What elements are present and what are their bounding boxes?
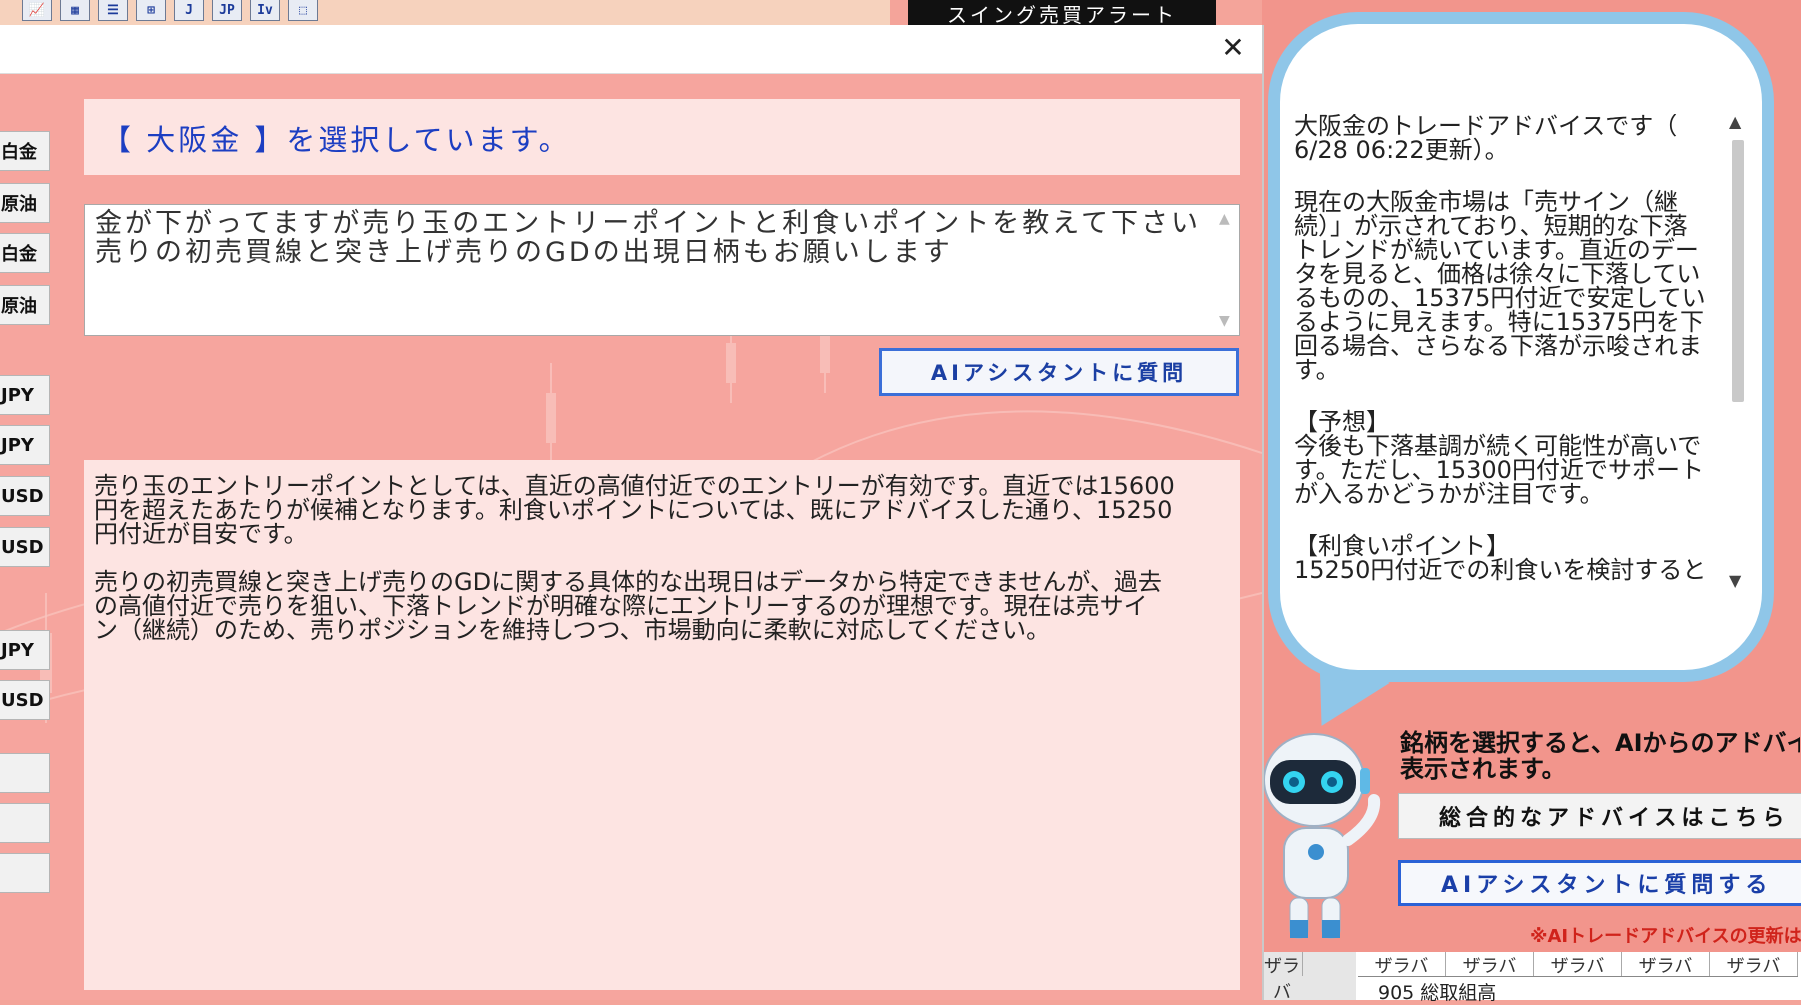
instrument-button[interactable]: 白金 xyxy=(0,131,50,171)
instrument-button[interactable]: 原油 xyxy=(0,183,50,223)
iv-icon[interactable]: Iv xyxy=(250,0,280,21)
grid-header-cell: ザラバ xyxy=(1622,952,1710,977)
grid-headers: ザラバ ザラバ ザラバ ザラバ ザラバ xyxy=(1358,952,1798,977)
answer-box: 売り玉のエントリーポイントとしては、直近の高値付近でのエントリーが有効です。直近… xyxy=(84,460,1240,990)
robot-caption-line: 表示されます。 xyxy=(1400,755,1566,782)
list-icon[interactable]: ☰ xyxy=(98,0,128,21)
robot-caption-line: 銘柄を選択すると、AIからのアドバイスが xyxy=(1400,730,1800,757)
answer-text: 売り玉のエントリーポイントとしては、直近の高値付近でのエントリーが有効です。直近… xyxy=(94,474,1224,666)
update-note: ※AIトレードアドバイスの更新は、毎 xyxy=(1530,926,1801,947)
question-text[interactable]: 金が下がってますが売り玉のエントリーポイントと利食いポイントを教えて下さい 売り… xyxy=(95,209,1205,267)
scroll-up-icon[interactable]: ▲ xyxy=(1729,112,1741,131)
grid-header-cell: ザラバ xyxy=(1534,952,1622,977)
instrument-button-column: 白金 原油 白金 原油 JPY JPY USD USD JPY USD xyxy=(0,73,62,1000)
selected-instrument-text: 【 大阪金 】を選択しています。 xyxy=(102,123,571,157)
instrument-button[interactable]: USD xyxy=(0,527,50,567)
table-icon[interactable]: ▦ xyxy=(60,0,90,21)
chart-icon[interactable]: 📈 xyxy=(22,0,52,21)
scroll-down-icon[interactable]: ▼ xyxy=(1729,571,1741,590)
answer-paragraph: 売り玉のエントリーポイントとしては、直近の高値付近でのエントリーが有効です。直近… xyxy=(94,472,1175,548)
advice-paragraph: 【予想】 今後も下落基調が続く可能性が高いで す。ただし、15300円付近でサポ… xyxy=(1294,408,1704,508)
grid-header-cell: ザラバ xyxy=(1358,952,1446,977)
question-input[interactable]: 金が下がってますが売り玉のエントリーポイントと利食いポイントを教えて下さい 売り… xyxy=(84,204,1240,336)
advice-paragraph: 現在の大阪金市場は「売サイン（継 続）」が示されており、短期的な下落 トレンドが… xyxy=(1294,188,1706,384)
grid-header-cell: ザラバ xyxy=(1710,952,1798,977)
selection-banner: 【 大阪金 】を選択しています。 xyxy=(84,99,1240,175)
ask-ai-assistant-button[interactable]: AIアシスタントに質問 xyxy=(879,348,1239,396)
close-icon[interactable]: ✕ xyxy=(1216,33,1250,65)
instrument-button[interactable] xyxy=(0,853,50,893)
scroll-thumb[interactable] xyxy=(1732,140,1744,402)
instrument-button[interactable]: JPY xyxy=(0,630,50,670)
robot-caption: 銘柄を選択すると、AIからのアドバイスが表示されます。 xyxy=(1400,730,1800,782)
robot-mascot-icon xyxy=(1263,733,1381,939)
instrument-button[interactable] xyxy=(0,753,50,793)
instrument-button[interactable]: JPY xyxy=(0,375,50,415)
advice-scrollbar[interactable]: ▲ ▼ xyxy=(1727,112,1749,590)
jp-icon[interactable]: JP xyxy=(212,0,242,21)
advice-text: 大阪金のトレードアドバイスです（ 6/28 06:22更新）。現在の大阪金市場は… xyxy=(1294,114,1714,584)
grid-icon[interactable]: ⊞ xyxy=(136,0,166,21)
box-icon[interactable]: ⬚ xyxy=(288,0,318,21)
advice-paragraph: 【利食いポイント】 15250円付近での利食いを検討すると xyxy=(1294,532,1707,584)
advice-paragraph: 大阪金のトレードアドバイスです（ 6/28 06:22更新）。 xyxy=(1294,114,1678,164)
grid-row: 905 総取組高 xyxy=(1378,982,1497,1004)
instrument-button[interactable]: 原油 xyxy=(0,285,50,325)
instrument-button[interactable]: 白金 xyxy=(0,233,50,273)
grid-left-header: ザラバ xyxy=(1262,952,1303,1003)
ai-question-dialog: ✕ 白金 原油 白金 原油 JPY JPY USD USD JPY USD 【 大阪金 】を選択し… xyxy=(0,25,1264,1000)
toolbar-icons: 📈 ▦ ☰ ⊞ J JP Iv ⬚ xyxy=(22,0,318,21)
grid-header-cell: ザラバ xyxy=(1446,952,1534,977)
scroll-down-icon[interactable]: ▼ xyxy=(1219,313,1230,329)
ask-ai-assistant-side-button[interactable]: AIアシスタントに質問する xyxy=(1398,860,1801,906)
scroll-up-icon[interactable]: ▲ xyxy=(1219,211,1230,227)
instrument-button[interactable]: JPY xyxy=(0,425,50,465)
overall-advice-button[interactable]: 総合的なアドバイスはこちら xyxy=(1398,793,1801,839)
question-scrollbar[interactable]: ▲ ▼ xyxy=(1215,207,1237,333)
main-toolbar: 📈 ▦ ☰ ⊞ J JP Iv ⬚ xyxy=(0,0,890,25)
answer-paragraph: 売りの初売買線と突き上げ売りのGDに関する具体的な出現日はデータから特定できませ… xyxy=(94,568,1162,644)
instrument-button[interactable]: USD xyxy=(0,476,50,516)
dialog-titlebar: ✕ xyxy=(0,25,1262,74)
j-icon[interactable]: J xyxy=(174,0,204,21)
instrument-button[interactable] xyxy=(0,803,50,843)
instrument-button[interactable]: USD xyxy=(0,680,50,720)
swing-alert-title: スイング売買アラート xyxy=(908,0,1216,27)
